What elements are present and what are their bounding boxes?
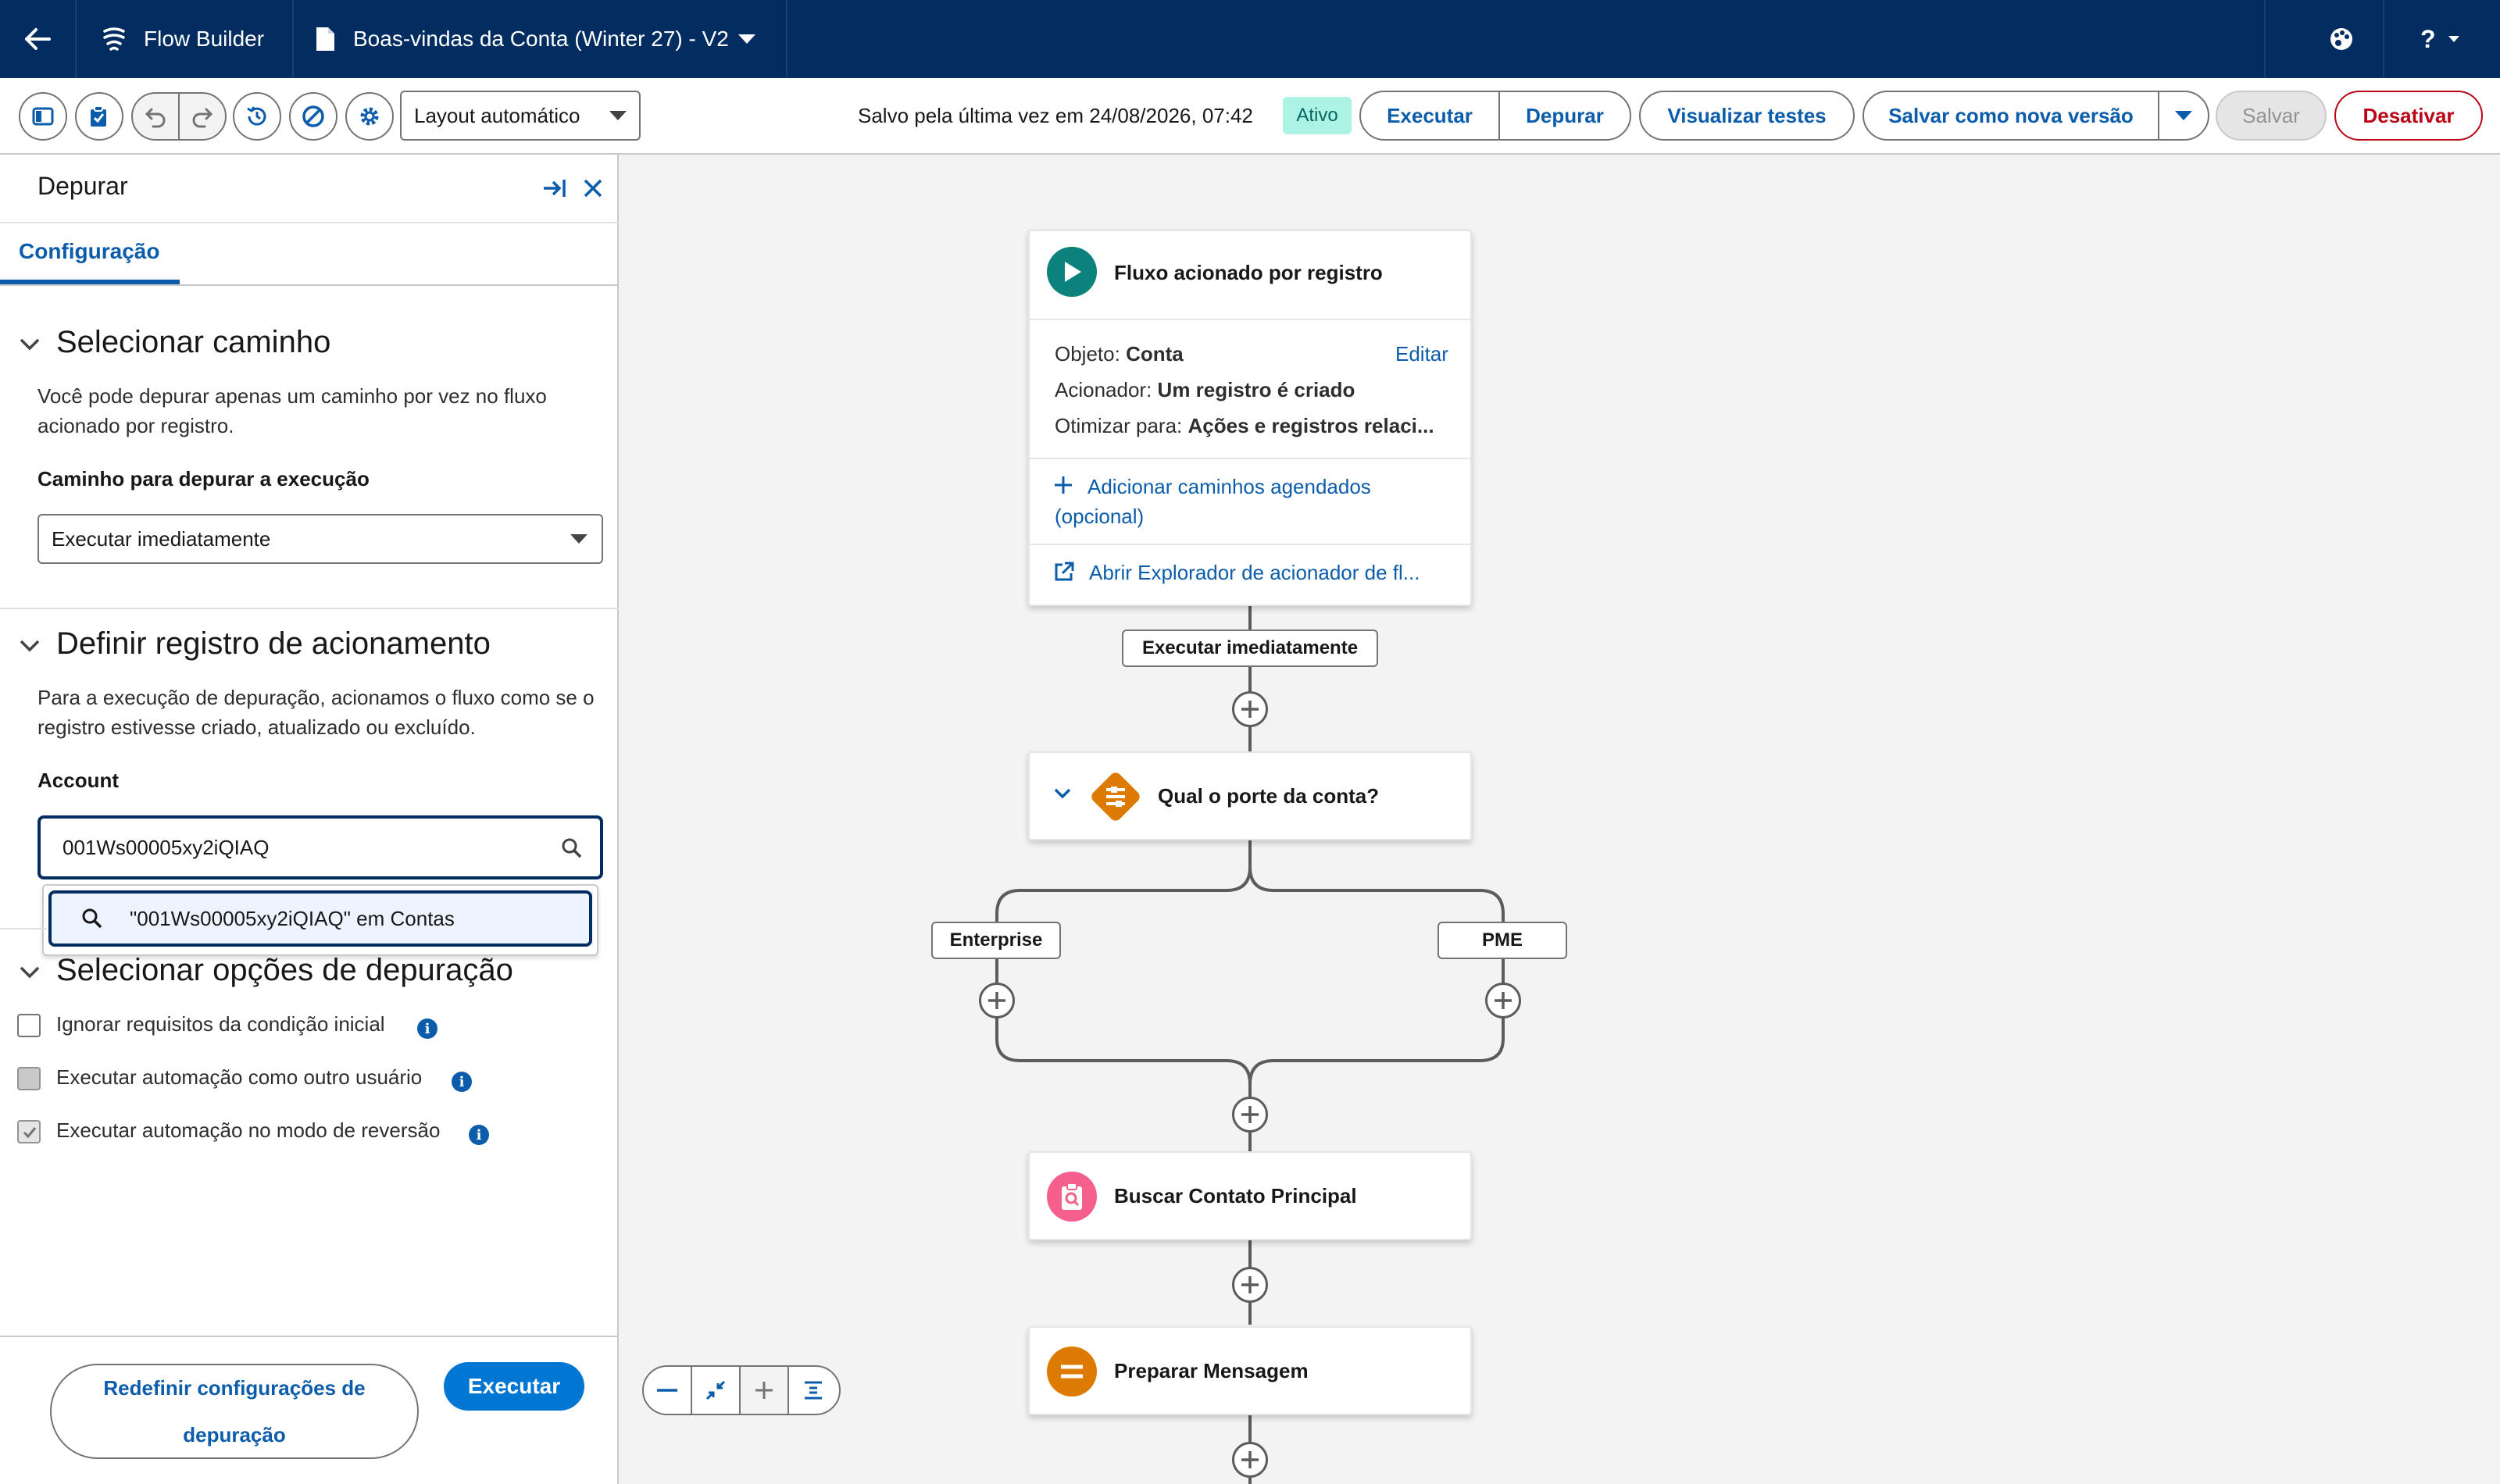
center-icon: [805, 1381, 822, 1400]
zoom-out-button[interactable]: [644, 1367, 692, 1414]
trigger-value: Um registro é criado: [1157, 378, 1355, 401]
object-value: Conta: [1126, 342, 1184, 366]
center-flow-button[interactable]: [789, 1367, 838, 1414]
add-element-icon[interactable]: [979, 983, 1015, 1018]
optimize-row: Otimizar para: Ações e registros relaci.…: [1055, 414, 1434, 438]
edit-link[interactable]: Editar: [1395, 342, 1448, 366]
chevron-down-icon[interactable]: [1053, 787, 1072, 804]
minus-icon: [657, 1389, 677, 1392]
optimize-value: Ações e registros relaci...: [1188, 414, 1434, 437]
plus-icon: [755, 1382, 773, 1399]
get-records-icon: [1047, 1172, 1097, 1222]
trigger-label: Acionador:: [1055, 378, 1152, 401]
start-title: Fluxo acionado por registro: [1114, 261, 1383, 284]
assignment-icon: [1047, 1347, 1097, 1397]
start-element-card[interactable]: Fluxo acionado por registro Objeto: Cont…: [1028, 230, 1472, 606]
decision-icon: [1088, 769, 1144, 825]
decision-card[interactable]: Qual o porte da conta?: [1028, 751, 1472, 840]
get-records-card[interactable]: Buscar Contato Principal: [1028, 1151, 1472, 1240]
fit-view-button[interactable]: [692, 1367, 741, 1414]
add-element-icon[interactable]: [1232, 1267, 1268, 1303]
add-element-icon[interactable]: [1232, 691, 1268, 727]
trigger-row: Acionador: Um registro é criado: [1055, 378, 1355, 402]
object-row: Objeto: Conta: [1055, 342, 1184, 366]
branch-label-enterprise[interactable]: Enterprise: [931, 922, 1061, 959]
contract-icon: [705, 1380, 726, 1400]
object-label: Objeto:: [1055, 342, 1120, 366]
zoom-in-button[interactable]: [741, 1367, 789, 1414]
assignment-card[interactable]: Preparar Mensagem: [1028, 1326, 1472, 1415]
open-trigger-explorer-link[interactable]: Abrir Explorador de acionador de fl...: [1089, 561, 1420, 585]
assignment-title: Preparar Mensagem: [1114, 1359, 1309, 1382]
branch-label-pme[interactable]: PME: [1438, 922, 1567, 959]
get-records-title: Buscar Contato Principal: [1114, 1184, 1357, 1208]
path-badge: Executar imediatamente: [1122, 630, 1378, 667]
add-element-icon[interactable]: [1232, 1442, 1268, 1478]
add-element-icon[interactable]: [1485, 983, 1521, 1018]
optimize-label: Otimizar para:: [1055, 414, 1183, 437]
add-scheduled-paths-link[interactable]: Adicionar caminhos agendados (opcional): [1055, 472, 1445, 531]
decision-title: Qual o porte da conta?: [1158, 784, 1380, 808]
flow-connectors: [995, 606, 1505, 1484]
play-icon: [1047, 247, 1097, 297]
add-element-icon[interactable]: [1232, 1097, 1268, 1133]
external-link-icon: [1053, 561, 1075, 587]
zoom-controls: [642, 1365, 841, 1415]
